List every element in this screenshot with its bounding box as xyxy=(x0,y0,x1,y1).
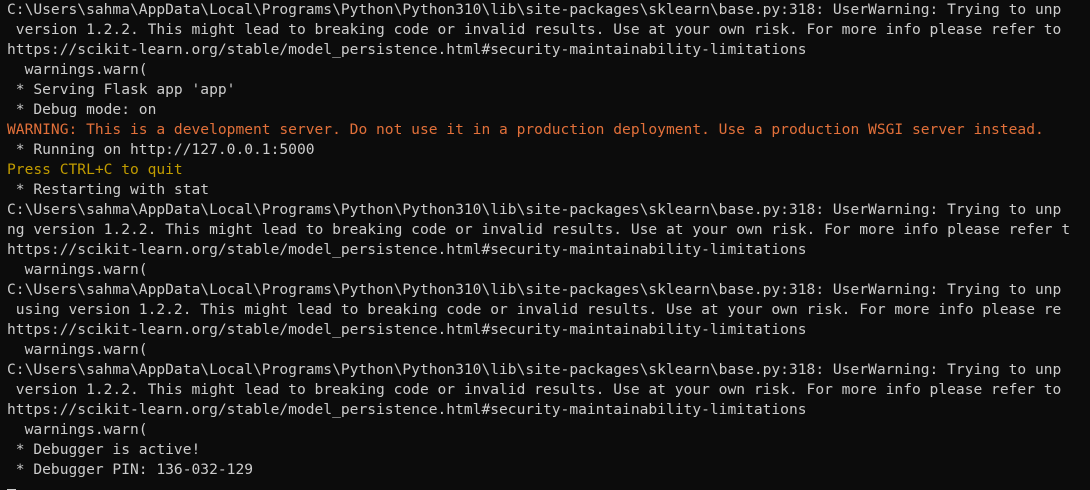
terminal-line: * Serving Flask app 'app' xyxy=(7,81,236,98)
terminal-line: warnings.warn( xyxy=(7,341,148,358)
terminal-line: ng version 1.2.2. This might lead to bre… xyxy=(7,221,1071,238)
terminal-output: C:\Users\sahma\AppData\Local\Programs\Py… xyxy=(7,0,1090,490)
terminal-line: C:\Users\sahma\AppData\Local\Programs\Py… xyxy=(7,201,1062,218)
terminal-line: * Debug mode: on xyxy=(7,101,157,118)
prompt-line[interactable] xyxy=(7,480,1090,490)
terminal-line: warnings.warn( xyxy=(7,421,148,438)
terminal-line: * Debugger is active! xyxy=(7,441,201,458)
terminal-line: version 1.2.2. This might lead to breaki… xyxy=(7,381,1062,398)
quit-hint-line: Press CTRL+C to quit xyxy=(7,161,183,178)
terminal-line: using version 1.2.2. This might lead to … xyxy=(7,301,1062,318)
terminal-line: version 1.2.2. This might lead to breaki… xyxy=(7,21,1062,38)
terminal-window[interactable]: C:\Users\sahma\AppData\Local\Programs\Py… xyxy=(0,0,1090,490)
terminal-line: C:\Users\sahma\AppData\Local\Programs\Py… xyxy=(7,361,1062,378)
terminal-line: C:\Users\sahma\AppData\Local\Programs\Py… xyxy=(7,281,1062,298)
terminal-line: warnings.warn( xyxy=(7,261,148,278)
terminal-line: C:\Users\sahma\AppData\Local\Programs\Py… xyxy=(7,1,1062,18)
terminal-line: * Restarting with stat xyxy=(7,181,210,198)
terminal-line: https://scikit-learn.org/stable/model_pe… xyxy=(7,321,807,338)
terminal-line: https://scikit-learn.org/stable/model_pe… xyxy=(7,401,807,418)
server-warning-line: WARNING: This is a development server. D… xyxy=(7,121,1044,138)
debugger-pin-line: * Debugger PIN: 136-032-129 xyxy=(7,461,254,478)
terminal-line: warnings.warn( xyxy=(7,61,148,78)
running-url-line: * Running on http://127.0.0.1:5000 xyxy=(7,141,315,158)
terminal-line: https://scikit-learn.org/stable/model_pe… xyxy=(7,41,807,58)
terminal-line: https://scikit-learn.org/stable/model_pe… xyxy=(7,241,807,258)
